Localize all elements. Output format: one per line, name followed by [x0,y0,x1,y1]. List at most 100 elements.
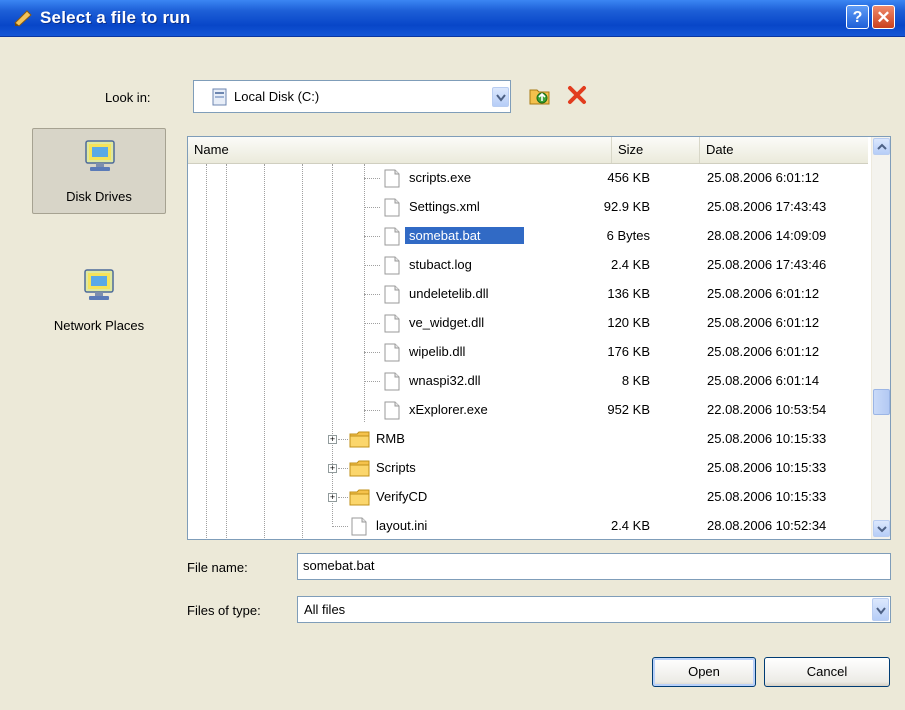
file-size: 176 KB [607,344,650,359]
file-date: 25.08.2006 10:15:33 [707,460,827,475]
file-type-dropdown[interactable]: All files [297,596,891,623]
close-button[interactable]: ✕ [872,5,895,29]
list-item[interactable]: ve_widget.dll 120 KB 25.08.2006 6:01:12 [188,309,871,338]
look-in-label: Look in: [105,90,151,105]
file-list[interactable]: Name Size Date scripts.exe 456 KB 25.08.… [187,136,891,540]
file-date: 22.08.2006 10:53:54 [707,402,827,417]
file-size: 2.4 KB [610,518,650,533]
file-date: 25.08.2006 6:01:14 [707,373,820,388]
file-size: 456 KB [607,170,650,185]
file-icon [384,227,400,246]
run-program-icon [14,10,32,27]
file-icon [384,198,400,217]
open-button[interactable]: Open [652,657,756,687]
file-icon [384,401,400,420]
file-name: xExplorer.exe [409,402,488,417]
chevron-down-icon[interactable] [872,598,889,621]
file-date: 25.08.2006 6:01:12 [707,286,820,301]
file-icon [384,285,400,304]
file-size: 952 KB [607,402,650,417]
place-network-places[interactable]: Network Places [32,258,166,344]
folder-up-icon[interactable] [528,84,552,106]
file-dialog-window: Select a file to run ? ✕ Look in: Local … [0,0,905,710]
list-item[interactable]: undeletelib.dll 136 KB 25.08.2006 6:01:1… [188,280,871,309]
file-name: somebat.bat [405,227,524,244]
file-type-value: All files [304,602,346,617]
window-title: Select a file to run [40,8,191,27]
expand-icon[interactable]: + [328,435,337,444]
file-name: ve_widget.dll [409,315,485,330]
file-name-input[interactable]: somebat.bat [297,553,891,580]
file-size: 2.4 KB [610,257,650,272]
file-date: 25.08.2006 17:43:43 [707,199,827,214]
file-icon [384,169,400,188]
file-icon [384,314,400,333]
file-type-label: Files of type: [187,603,261,618]
file-name: wipelib.dll [409,344,466,359]
file-icon [384,372,400,391]
file-icon [384,256,400,275]
column-header-date[interactable]: Date [700,137,870,163]
disk-drives-icon [85,140,115,171]
file-date: 25.08.2006 6:01:12 [707,344,820,359]
places-bar: Disk Drives Network Places [29,128,169,548]
chevron-down-icon [877,526,887,533]
file-date: 25.08.2006 6:01:12 [707,315,820,330]
place-network-places-label: Network Places [53,318,145,333]
file-icon [384,343,400,362]
vertical-scrollbar[interactable] [871,137,890,539]
title-bar[interactable]: Select a file to run ? ✕ [0,0,905,37]
place-disk-drives[interactable]: Disk Drives [32,128,166,214]
list-item[interactable]: xExplorer.exe 952 KB 22.08.2006 10:53:54 [188,396,871,425]
delete-icon[interactable] [566,84,588,106]
chevron-up-icon [877,143,887,150]
file-icon [351,517,367,536]
list-item[interactable]: wnaspi32.dll 8 KB 25.08.2006 6:01:14 [188,367,871,396]
scroll-down-button[interactable] [873,520,890,537]
list-item[interactable]: scripts.exe 456 KB 25.08.2006 6:01:12 [188,164,871,193]
file-date: 25.08.2006 10:15:33 [707,489,827,504]
column-header-name[interactable]: Name [188,137,612,163]
file-name: wnaspi32.dll [409,373,481,388]
folder-name: VerifyCD [376,489,428,504]
file-size: 136 KB [607,286,650,301]
folder-icon [349,431,370,448]
list-item-folder[interactable]: + RMB 25.08.2006 10:15:33 [188,425,871,454]
file-size: 6 Bytes [606,228,650,243]
folder-name: Scripts [376,460,416,475]
local-disk-icon [212,88,227,106]
list-header: Name Size Date [188,137,868,164]
scroll-thumb[interactable] [873,389,890,415]
folder-icon [349,460,370,477]
list-item-folder[interactable]: + VerifyCD 25.08.2006 10:15:33 [188,483,871,512]
file-name: stubact.log [409,257,472,272]
expand-icon[interactable]: + [328,493,337,502]
file-date: 25.08.2006 10:15:33 [707,431,827,446]
scroll-up-button[interactable] [873,138,890,155]
list-item[interactable]: Settings.xml 92.9 KB 25.08.2006 17:43:43 [188,193,871,222]
expand-icon[interactable]: + [328,464,337,473]
file-name: undeletelib.dll [409,286,489,301]
network-places-icon [84,269,114,300]
file-name-label: File name: [187,560,248,575]
cancel-button[interactable]: Cancel [764,657,890,687]
file-size: 120 KB [607,315,650,330]
column-header-size[interactable]: Size [612,137,700,163]
chevron-down-icon[interactable] [492,87,509,107]
help-button[interactable]: ? [846,5,869,29]
file-size: 8 KB [621,373,650,388]
folder-icon [349,489,370,506]
file-date: 25.08.2006 17:43:46 [707,257,827,272]
list-item-selected[interactable]: somebat.bat 6 Bytes 28.08.2006 14:09:09 [188,222,871,251]
file-date: 28.08.2006 10:52:34 [707,518,827,533]
list-item[interactable]: layout.ini 2.4 KB 28.08.2006 10:52:34 [188,512,871,539]
list-item-folder[interactable]: + Scripts 25.08.2006 10:15:33 [188,454,871,483]
list-body: scripts.exe 456 KB 25.08.2006 6:01:12 Se… [188,164,871,539]
file-date: 28.08.2006 14:09:09 [707,228,827,243]
file-name: Settings.xml [409,199,480,214]
look-in-dropdown[interactable]: Local Disk (C:) [193,80,511,113]
list-item[interactable]: wipelib.dll 176 KB 25.08.2006 6:01:12 [188,338,871,367]
file-name: layout.ini [376,518,428,533]
list-item[interactable]: stubact.log 2.4 KB 25.08.2006 17:43:46 [188,251,871,280]
place-disk-drives-label: Disk Drives [66,189,132,204]
